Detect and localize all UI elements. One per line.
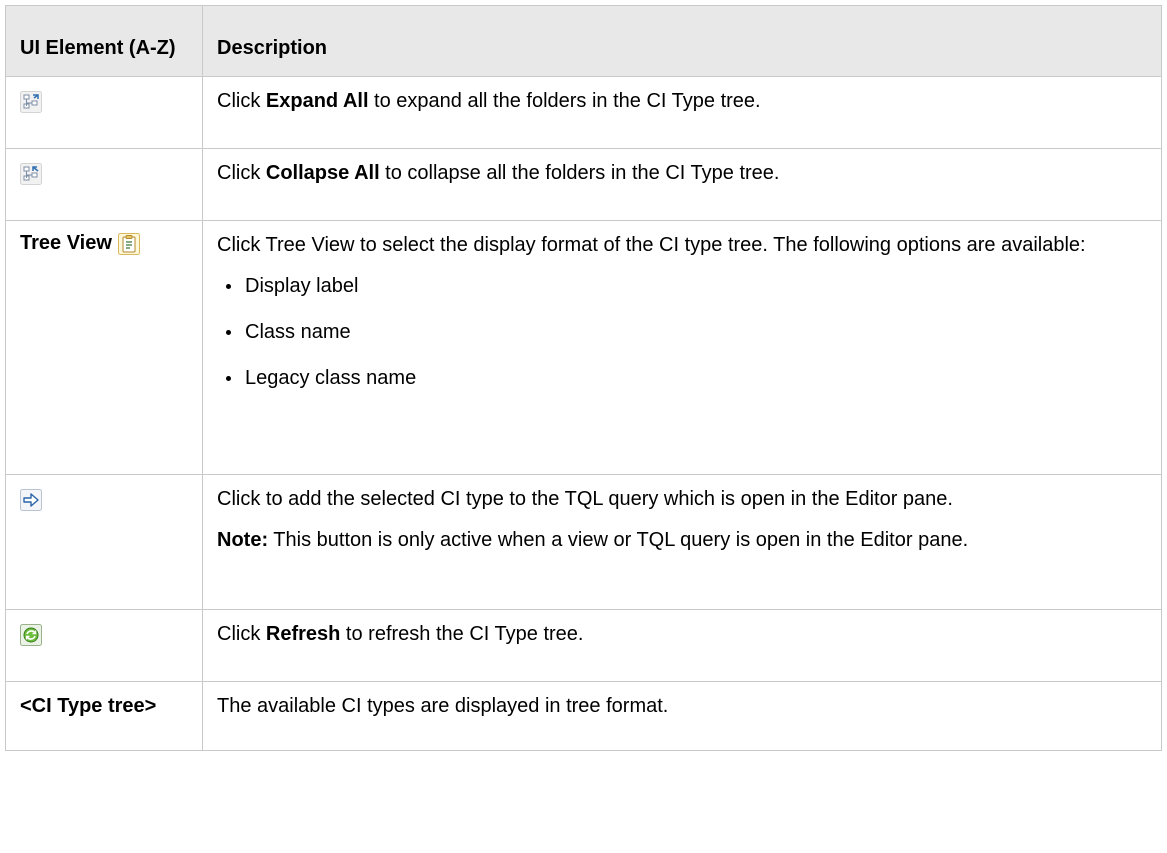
ui-element-cell: [5, 609, 203, 682]
list-item: Legacy class name: [226, 365, 1147, 392]
tree-view-options-list: Display label Class name Legacy class na…: [217, 273, 1147, 392]
desc-text: Click: [217, 162, 266, 184]
note-paragraph: Note: This button is only active when a …: [217, 527, 1147, 554]
description-cell: Click to add the selected CI type to the…: [202, 474, 1162, 610]
ui-element-cell: [5, 474, 203, 610]
header-ui-element: UI Element (A-Z): [5, 5, 203, 77]
desc-text: to collapse all the folders in the CI Ty…: [379, 162, 780, 184]
table-row: Click to add the selected CI type to the…: [5, 474, 1162, 610]
ui-element-cell: [5, 76, 203, 149]
note-label: Note:: [217, 529, 269, 551]
ui-elements-table: UI Element (A-Z) Description Click Expan…: [5, 5, 1162, 751]
desc-text: Click: [217, 623, 266, 645]
description-cell: Click Collapse All to collapse all the f…: [202, 148, 1162, 221]
header-description: Description: [202, 5, 1162, 77]
ui-element-cell: Tree View: [5, 220, 203, 475]
description-cell: Click Tree View to select the display fo…: [202, 220, 1162, 475]
desc-bold-text: Collapse All: [265, 162, 380, 184]
tree-view-description: Click Tree View to select the display fo…: [217, 234, 1086, 256]
table-row: Click Collapse All to collapse all the f…: [5, 148, 1162, 221]
ui-element-cell: [5, 148, 203, 221]
desc-bold-text: Refresh: [265, 623, 341, 645]
expand-all-icon[interactable]: [20, 90, 42, 113]
table-row: Tree View Click Tree View to select the …: [5, 220, 1162, 475]
list-item: Display label: [226, 273, 1147, 300]
ci-type-tree-label: <CI Type tree>: [20, 695, 157, 717]
ui-element-cell: <CI Type tree>: [5, 681, 203, 751]
desc-text: to refresh the CI Type tree.: [340, 623, 584, 645]
desc-text: Click: [217, 90, 266, 112]
collapse-all-icon[interactable]: [20, 162, 42, 185]
description-cell: The available CI types are displayed in …: [202, 681, 1162, 751]
add-to-query-arrow-icon[interactable]: [20, 488, 42, 511]
list-item: Class name: [226, 319, 1147, 346]
tree-view-label: Tree View: [20, 232, 112, 254]
add-to-query-description: Click to add the selected CI type to the…: [217, 488, 953, 510]
description-cell: Click Refresh to refresh the CI Type tre…: [202, 609, 1162, 682]
desc-bold-text: Expand All: [265, 90, 369, 112]
table-row: Click Refresh to refresh the CI Type tre…: [5, 609, 1162, 682]
refresh-icon[interactable]: [20, 623, 42, 646]
note-text: This button is only active when a view o…: [268, 529, 969, 551]
ci-type-tree-description: The available CI types are displayed in …: [217, 695, 669, 717]
description-cell: Click Expand All to expand all the folde…: [202, 76, 1162, 149]
tree-view-icon[interactable]: [117, 232, 140, 255]
table-row: <CI Type tree> The available CI types ar…: [5, 681, 1162, 751]
desc-text: to expand all the folders in the CI Type…: [368, 90, 761, 112]
table-header-row: UI Element (A-Z) Description: [5, 5, 1162, 77]
table-row: Click Expand All to expand all the folde…: [5, 76, 1162, 149]
